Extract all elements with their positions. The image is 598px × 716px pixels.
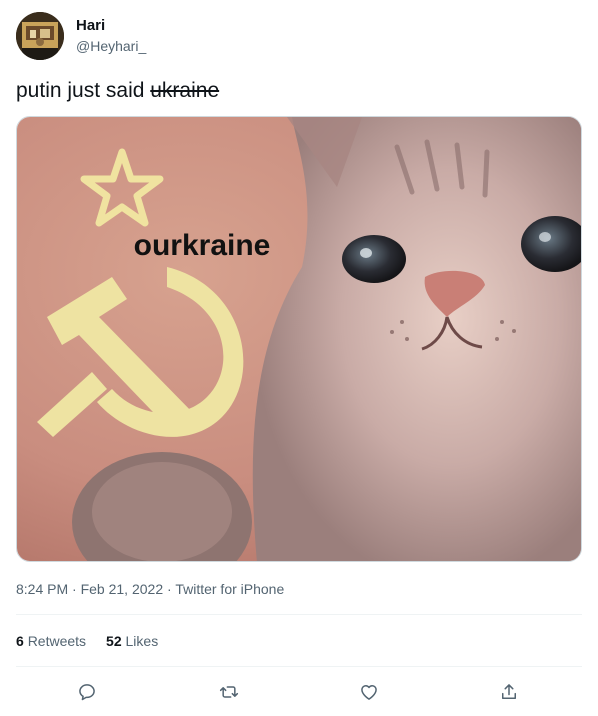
tweet-stats: 6 Retweets 52 Likes <box>16 632 158 650</box>
meta-separator: · <box>163 581 176 597</box>
tweet-time[interactable]: 8:24 PM <box>16 581 68 597</box>
cat-eye-left <box>342 235 406 283</box>
tweet-image[interactable]: ourkraine <box>16 116 582 562</box>
user-name[interactable]: Hari <box>76 17 105 35</box>
likes-stat[interactable]: 52 Likes <box>106 632 158 650</box>
avatar[interactable] <box>16 12 64 60</box>
like-icon <box>361 685 377 700</box>
tweet-text-prefix: putin just said <box>16 79 151 102</box>
tweet-text: putin just said ukraine <box>16 78 219 104</box>
avatar-image <box>16 12 64 60</box>
meme-image: ourkraine <box>17 117 581 561</box>
tweet-source[interactable]: Twitter for iPhone <box>175 581 284 597</box>
tweet: Hari @Heyhari_ putin just said ukraine o… <box>0 0 598 716</box>
retweets-label: Retweets <box>27 633 87 649</box>
like-button[interactable] <box>352 676 386 708</box>
tweet-text-struck: ukraine <box>150 79 220 102</box>
retweet-icon <box>219 686 239 698</box>
user-handle[interactable]: @Heyhari_ <box>76 37 146 55</box>
action-bar <box>16 676 582 708</box>
retweets-stat[interactable]: 6 Retweets <box>16 632 86 650</box>
share-icon <box>502 684 516 699</box>
divider <box>16 666 582 667</box>
tweet-meta: 8:24 PM · Feb 21, 2022 · Twitter for iPh… <box>16 580 284 598</box>
likes-label: Likes <box>125 633 159 649</box>
reply-button[interactable] <box>70 676 104 708</box>
likes-count: 52 <box>106 633 122 649</box>
share-button[interactable] <box>492 676 526 708</box>
divider <box>16 614 582 615</box>
reply-icon <box>79 684 95 701</box>
retweets-count: 6 <box>16 633 24 649</box>
retweet-button[interactable] <box>212 676 246 708</box>
image-caption: ourkraine <box>134 229 271 262</box>
meta-separator: · <box>68 581 81 597</box>
tweet-date[interactable]: Feb 21, 2022 <box>81 581 164 597</box>
